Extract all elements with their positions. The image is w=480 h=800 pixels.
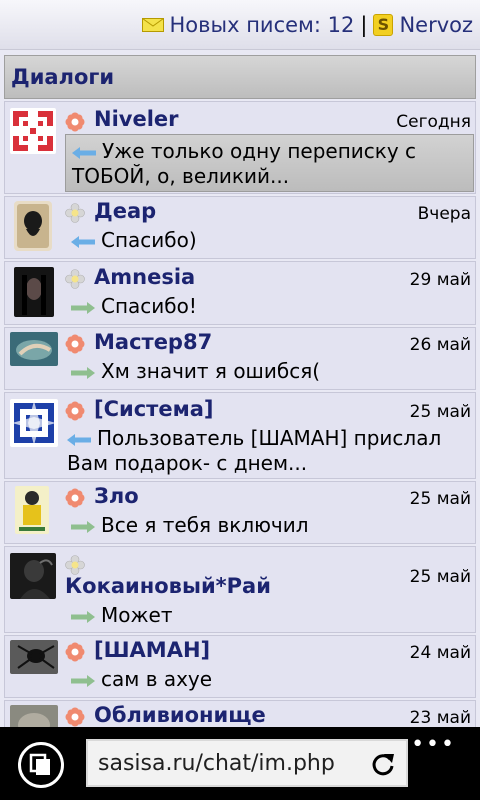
online-flower-icon xyxy=(65,707,85,727)
online-flower-icon xyxy=(65,334,85,354)
incoming-arrow-icon xyxy=(71,235,95,248)
dialog-row[interactable]: Деар Вчера Спасибо) xyxy=(4,196,476,259)
tabs-icon xyxy=(29,753,50,775)
message-preview[interactable]: Уже только одну переписку с ТОБОЙ, о, вел… xyxy=(65,134,474,192)
outgoing-arrow-icon xyxy=(71,301,95,314)
incoming-arrow-icon xyxy=(67,433,91,446)
dialog-row[interactable]: Amnesia 29 май Спасибо! xyxy=(4,261,476,325)
dialog-date: 25 май xyxy=(409,402,471,422)
dialog-row[interactable]: [Система] 25 май Пользователь [ШАМАН] пр… xyxy=(4,392,476,479)
message-preview[interactable]: Спасибо! xyxy=(71,294,197,319)
avatar[interactable] xyxy=(10,108,56,154)
dialog-list: Niveler Сегодня Уже только одну переписк… xyxy=(4,101,476,765)
preview-line1: Спасибо) xyxy=(101,228,197,252)
dialog-date: 25 май xyxy=(409,489,471,509)
message-preview[interactable]: Все я тебя включил xyxy=(71,513,309,538)
outgoing-arrow-icon xyxy=(71,366,95,379)
more-menu-button[interactable]: ••• xyxy=(411,732,456,757)
section-title: Диалоги xyxy=(4,55,476,99)
top-bar: Новых писем: 12 | S Nervoz xyxy=(0,0,480,50)
dialog-name[interactable]: Деар xyxy=(94,199,156,223)
dialog-name[interactable]: [Система] xyxy=(94,397,214,421)
dialog-row[interactable]: Niveler Сегодня Уже только одну переписк… xyxy=(4,101,476,194)
s-logo-icon[interactable]: S xyxy=(373,13,394,36)
browser-bar: sasisa.ru/chat/im.php ••• xyxy=(0,727,480,800)
offline-flower-icon xyxy=(65,203,85,223)
online-flower-icon xyxy=(65,642,85,662)
avatar[interactable] xyxy=(10,399,58,447)
separator: | xyxy=(360,12,368,37)
avatar[interactable] xyxy=(15,486,49,534)
url-text[interactable]: sasisa.ru/chat/im.php xyxy=(98,751,335,776)
dialog-name[interactable]: Amnesia xyxy=(94,265,195,289)
message-preview[interactable]: Спасибо) xyxy=(71,228,197,253)
dialog-name[interactable]: [ШАМАН] xyxy=(94,638,210,662)
message-preview[interactable]: Пользователь [ШАМАН] прислал Вам подарок-… xyxy=(67,426,472,476)
avatar[interactable] xyxy=(14,267,54,317)
dialog-row[interactable]: Мастер87 26 май Хм значит я ошибся( xyxy=(4,327,476,390)
address-bar[interactable]: sasisa.ru/chat/im.php xyxy=(86,739,408,787)
dialog-row[interactable]: 25 май Кокаиновый*Рай Может xyxy=(4,546,476,633)
outgoing-arrow-icon xyxy=(71,520,95,533)
message-preview[interactable]: Хм значит я ошибся( xyxy=(71,359,320,384)
online-flower-icon xyxy=(65,401,85,421)
dialog-date: 26 май xyxy=(409,335,471,355)
dialog-date: Сегодня xyxy=(396,112,471,132)
dialog-date: 25 май xyxy=(409,567,471,587)
avatar[interactable] xyxy=(10,640,58,674)
dialog-row[interactable]: Зло 25 май Все я тебя включил xyxy=(4,481,476,544)
preview-line1: Пользователь [ШАМАН] прислал xyxy=(97,426,442,450)
incoming-arrow-icon xyxy=(72,146,96,159)
new-mail-link[interactable]: Новых писем: 12 xyxy=(170,13,355,37)
preview-line2: ТОБОЙ, о, великий... xyxy=(72,164,290,188)
message-preview[interactable]: Может xyxy=(71,603,172,628)
dialog-name[interactable]: Кокаиновый*Рай xyxy=(65,574,271,598)
preview-line1: Хм значит я ошибся( xyxy=(101,359,321,383)
dialog-name[interactable]: Обливионище xyxy=(94,703,266,727)
preview-line2: Вам подарок- с днем... xyxy=(67,451,308,475)
preview-line1: сам в ахуе xyxy=(101,667,213,691)
preview-line1: Все я тебя включил xyxy=(101,513,309,537)
offline-flower-icon xyxy=(65,269,85,289)
offline-flower-icon xyxy=(65,555,85,575)
message-preview[interactable]: сам в ахуе xyxy=(71,667,212,692)
envelope-icon[interactable] xyxy=(141,17,164,32)
dialog-name[interactable]: Мастер87 xyxy=(94,330,212,354)
outgoing-arrow-icon xyxy=(71,674,95,687)
dialog-date: 23 май xyxy=(409,708,471,728)
user-profile-link[interactable]: Nervoz xyxy=(399,13,473,37)
outgoing-arrow-icon xyxy=(71,610,95,623)
preview-line1: Уже только одну переписку с xyxy=(102,139,417,163)
online-flower-icon xyxy=(65,488,85,508)
online-flower-icon xyxy=(65,112,85,132)
avatar[interactable] xyxy=(10,553,56,599)
refresh-icon[interactable] xyxy=(370,751,396,777)
avatar[interactable] xyxy=(14,201,52,251)
avatar[interactable] xyxy=(10,332,58,366)
preview-line1: Может xyxy=(101,603,173,627)
dialog-date: 24 май xyxy=(409,643,471,663)
dialog-date: Вчера xyxy=(417,204,471,224)
dialog-row[interactable]: [ШАМАН] 24 май сам в ахуе xyxy=(4,635,476,698)
preview-line1: Спасибо! xyxy=(101,294,197,318)
tabs-button[interactable] xyxy=(18,742,64,788)
dialog-name[interactable]: Зло xyxy=(94,484,139,508)
dialog-name[interactable]: Niveler xyxy=(94,107,179,131)
dialog-date: 29 май xyxy=(409,270,471,290)
